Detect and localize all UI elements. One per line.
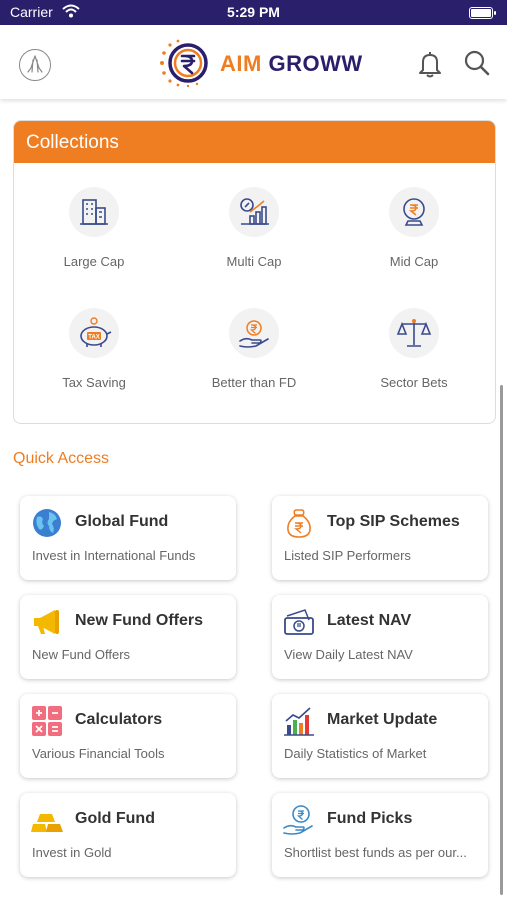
quick-access-title: Quick Access: [13, 450, 110, 467]
status-bar: Carrier 5:29 PM: [0, 0, 507, 25]
collection-mid-cap[interactable]: Mid Cap: [334, 187, 494, 269]
scrollbar[interactable]: [500, 385, 503, 895]
battery-icon: [469, 7, 496, 19]
icon-circle: [389, 308, 439, 358]
balance-scale-icon: [396, 319, 432, 347]
app-name: AIM GROWW: [220, 51, 363, 77]
tile-title: Gold Fund: [75, 810, 155, 827]
icon-circle: TAX: [69, 308, 119, 358]
tile-title: Calculators: [75, 711, 163, 728]
search-icon[interactable]: [463, 49, 491, 77]
money-bag-icon: [287, 509, 311, 538]
tile-title: Fund Picks: [327, 810, 413, 827]
logo-aim-text: AIM: [220, 51, 262, 76]
globe-icon: [33, 509, 61, 537]
market-chart-icon: [284, 707, 314, 736]
tile-subtitle: Shortlist best funds as per our...: [284, 845, 467, 860]
icon-circle: [229, 308, 279, 358]
collection-label: Sector Bets: [380, 375, 448, 390]
rupee-hand-icon: [283, 805, 313, 835]
tile-title: Global Fund: [75, 513, 169, 530]
tile-subtitle: Invest in Gold: [32, 845, 112, 860]
megaphone-icon: [34, 610, 59, 634]
tile-subtitle: Invest in International Funds: [32, 548, 196, 563]
tile-subtitle: Various Financial Tools: [32, 746, 165, 761]
clock: 5:29 PM: [227, 4, 280, 20]
collections-header: Collections: [14, 121, 495, 163]
tile-calculators[interactable]: Calculators Various Financial Tools: [20, 694, 236, 778]
tile-title: Top SIP Schemes: [327, 513, 460, 530]
tile-top-sip-schemes[interactable]: Top SIP Schemes Listed SIP Performers: [272, 496, 488, 580]
collections-card: Collections Large Cap Multi Cap Mid Cap …: [13, 120, 496, 424]
icon-circle: [229, 187, 279, 237]
tile-latest-nav[interactable]: Latest NAV View Daily Latest NAV: [272, 595, 488, 679]
collection-label: Multi Cap: [226, 254, 282, 269]
collection-better-than-fd[interactable]: Better than FD: [174, 308, 334, 390]
rupee-hand-icon: [239, 320, 269, 348]
namaste-avatar-button[interactable]: [19, 49, 51, 81]
tile-subtitle: Daily Statistics of Market: [284, 746, 427, 761]
tile-market-update[interactable]: Market Update Daily Statistics of Market: [272, 694, 488, 778]
gold-bars-icon: [31, 814, 63, 832]
collection-label: Large Cap: [63, 254, 125, 269]
namaste-icon: [27, 55, 43, 73]
tile-fund-picks[interactable]: Fund Picks Shortlist best funds as per o…: [272, 793, 488, 877]
app-logo: AIM GROWW: [158, 37, 362, 89]
logo-groww-text: GROWW: [268, 51, 363, 76]
tile-title: New Fund Offers: [75, 612, 204, 629]
icon-circle: [389, 187, 439, 237]
collection-multi-cap[interactable]: Multi Cap: [174, 187, 334, 269]
growth-chart-icon: [240, 198, 269, 225]
collection-tax-saving[interactable]: TAX Tax Saving: [14, 308, 174, 390]
tile-title: Latest NAV: [327, 612, 412, 629]
tile-subtitle: Listed SIP Performers: [284, 548, 411, 563]
svg-text:TAX: TAX: [88, 335, 100, 341]
rupee-logo-icon: [160, 39, 208, 88]
tile-new-fund-offers[interactable]: New Fund Offers New Fund Offers: [20, 595, 236, 679]
app-header: AIM GROWW: [0, 25, 507, 99]
building-icon: [80, 199, 108, 225]
rupee-globe-icon: [403, 198, 425, 226]
tile-subtitle: View Daily Latest NAV: [284, 647, 413, 662]
notification-bell-icon[interactable]: [416, 49, 444, 79]
tile-global-fund[interactable]: Global Fund Invest in International Fund…: [20, 496, 236, 580]
tile-title: Market Update: [327, 711, 438, 728]
collection-label: Tax Saving: [62, 375, 126, 390]
calculator-icon: [32, 706, 62, 736]
collection-label: Better than FD: [211, 375, 297, 390]
tile-subtitle: New Fund Offers: [32, 647, 131, 662]
collection-large-cap[interactable]: Large Cap: [14, 187, 174, 269]
tax-piggy-bank-icon: TAX: [80, 317, 112, 347]
collection-label: Mid Cap: [389, 254, 439, 269]
tile-gold-fund[interactable]: Gold Fund Invest in Gold: [20, 793, 236, 877]
collection-sector-bets[interactable]: Sector Bets: [334, 308, 494, 390]
icon-circle: [69, 187, 119, 237]
currency-note-icon: [284, 609, 314, 635]
